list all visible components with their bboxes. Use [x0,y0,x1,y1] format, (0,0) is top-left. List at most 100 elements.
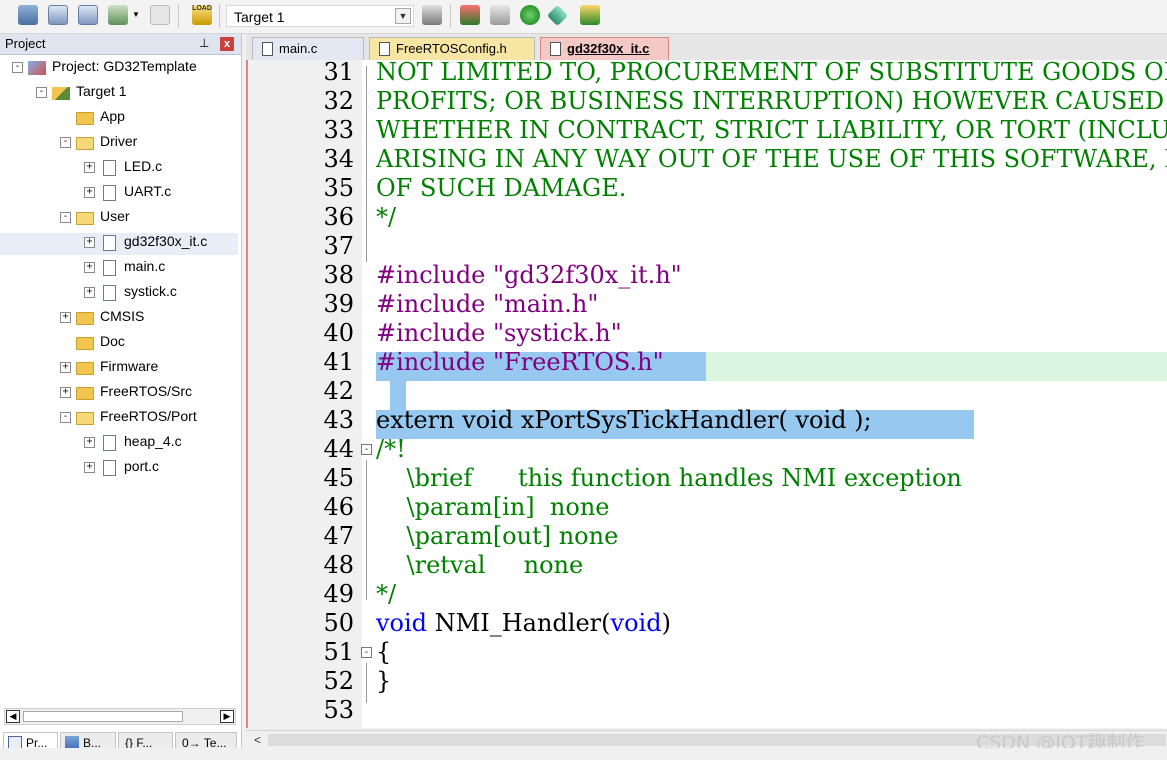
settings-icon[interactable] [546,4,569,27]
code-line: 39 #include "main.h" [248,290,1167,319]
tree-item[interactable]: + gd32f30x_it.c [0,233,238,255]
code-token: #include "systick.h" [376,319,622,347]
code-text: extern void xPortSysTickHandler( void ); [376,406,872,435]
collapse-icon[interactable]: - [36,87,47,98]
tree-item[interactable]: + systick.c [0,283,238,305]
scroll-right-arrow-icon[interactable]: ▶ [220,710,234,723]
file-icon [103,235,116,251]
close-icon[interactable]: x [220,37,234,51]
tree-item[interactable]: + LED.c [0,158,238,180]
code-token: ARISING IN ANY WAY OUT OF THE USE OF THI… [376,145,1167,173]
tree-item[interactable]: App [0,108,238,130]
pin-icon[interactable]: ⊥ [199,36,209,50]
tree-item[interactable]: + main.c [0,258,238,280]
tab-gd32f30x-it-c[interactable]: gd32f30x_it.c [540,37,669,61]
collapse-icon[interactable]: - [60,137,71,148]
tree-item[interactable]: - User [0,208,238,230]
code-editor[interactable]: 31 NOT LIMITED TO, PROCUREMENT OF SUBSTIT… [246,60,1167,728]
file-icon [103,260,116,276]
build-icon[interactable] [48,5,68,25]
code-text: \retval none [376,551,584,580]
code-text: \param[out] none [376,522,619,551]
debug-icon[interactable] [580,5,600,25]
chevron-down-icon[interactable]: ▼ [395,8,411,24]
code-line: 50 void NMI_Handler(void) [248,609,1167,638]
tree-item-label: port.c [124,458,160,474]
expand-icon[interactable]: + [60,387,71,398]
chevron-down-icon[interactable]: ▼ [132,5,140,25]
expand-icon[interactable]: + [60,362,71,373]
line-number: 53 [323,696,354,724]
manage-icon[interactable] [108,5,128,25]
expand-icon[interactable]: + [84,462,95,473]
tree-item[interactable]: Doc [0,333,238,355]
line-number: 48 [323,551,354,579]
toolbar-separator [219,4,220,28]
component-icon[interactable] [520,5,540,25]
tree-item[interactable]: - Target 1 [0,83,238,105]
line-number: 49 [323,580,354,608]
code-line: 31 NOT LIMITED TO, PROCUREMENT OF SUBSTIT… [248,60,1167,87]
tree-item[interactable]: + UART.c [0,183,238,205]
collapse-icon[interactable]: - [60,212,71,223]
fold-toggle-icon[interactable]: - [361,647,372,658]
editor-tab-bar: main.c FreeRTOSConfig.h gd32f30x_it.c [246,34,1167,61]
translate-icon[interactable] [150,5,170,25]
code-text: /*! [376,435,406,464]
scroll-left-arrow-icon[interactable]: ◀ [6,710,20,723]
code-token: PROFITS; OR BUSINESS INTERRUPTION) HOWEV… [376,87,1167,115]
scroll-left-arrow-icon[interactable]: < [254,733,261,747]
tree-item[interactable]: - Project: GD32Template [0,58,238,80]
project-panel-title: Project [5,36,46,51]
file-icon [103,185,116,201]
expand-icon[interactable]: + [60,312,71,323]
code-token: /*! [376,435,406,463]
code-token: \brief this function handles NMI excepti… [376,464,962,492]
code-token: */ [376,203,397,231]
tab-label: main.c [279,41,318,56]
tree-item[interactable]: + heap_4.c [0,433,238,455]
code-line: 48 \retval none [248,551,1167,580]
tree-item[interactable]: - FreeRTOS/Port [0,408,238,430]
expand-icon[interactable]: + [84,437,95,448]
project-manage-icon[interactable] [460,5,480,25]
code-line: 49 */ [248,580,1167,609]
code-line: 41 #include "FreeRTOS.h" [248,348,1167,377]
fold-toggle-icon[interactable]: - [361,444,372,455]
tree-item[interactable]: - Driver [0,133,238,155]
tab-label: FreeRTOSConfig.h [396,41,507,56]
tree-item[interactable]: + Firmware [0,358,238,380]
code-token: extern void xPortSysTickHandler( void ); [376,406,872,434]
scrollbar-thumb[interactable] [23,711,183,722]
code-line: 33 WHETHER IN CONTRACT, STRICT LIABILITY,… [248,116,1167,145]
expand-icon[interactable]: + [84,262,95,273]
file-icon [262,42,273,56]
expand-icon[interactable]: + [84,287,95,298]
project-horizontal-scrollbar[interactable]: ◀ ▶ [4,708,236,725]
tab-freertosconfig-h[interactable]: FreeRTOSConfig.h [369,37,535,61]
tree-item-label: Firmware [100,358,159,374]
code-token: } [376,667,392,695]
tree-item-label: UART.c [124,183,172,199]
tree-item[interactable]: + FreeRTOS/Src [0,383,238,405]
collapse-icon[interactable]: - [60,412,71,423]
tree-item[interactable]: + CMSIS [0,308,238,330]
batch-build-icon[interactable] [78,5,98,25]
expand-icon[interactable]: + [84,187,95,198]
pack-installer-icon[interactable] [490,5,510,25]
load-icon[interactable]: LOAD [192,5,212,25]
options-icon[interactable] [422,5,442,25]
folder-icon [76,362,94,375]
rebuild-icon[interactable] [18,5,38,25]
code-token: OF SUCH DAMAGE. [376,174,627,202]
tree-item-label: CMSIS [100,308,145,324]
expand-icon[interactable]: + [84,237,95,248]
code-text: */ [376,203,396,232]
collapse-icon[interactable]: - [12,62,23,73]
expand-icon[interactable]: + [84,162,95,173]
tab-main-c[interactable]: main.c [252,37,364,61]
tree-item[interactable]: + port.c [0,458,238,480]
tree-item-label: Doc [100,333,125,349]
target-select[interactable]: Target 1 ▼ [226,5,414,27]
target-icon [52,87,70,100]
